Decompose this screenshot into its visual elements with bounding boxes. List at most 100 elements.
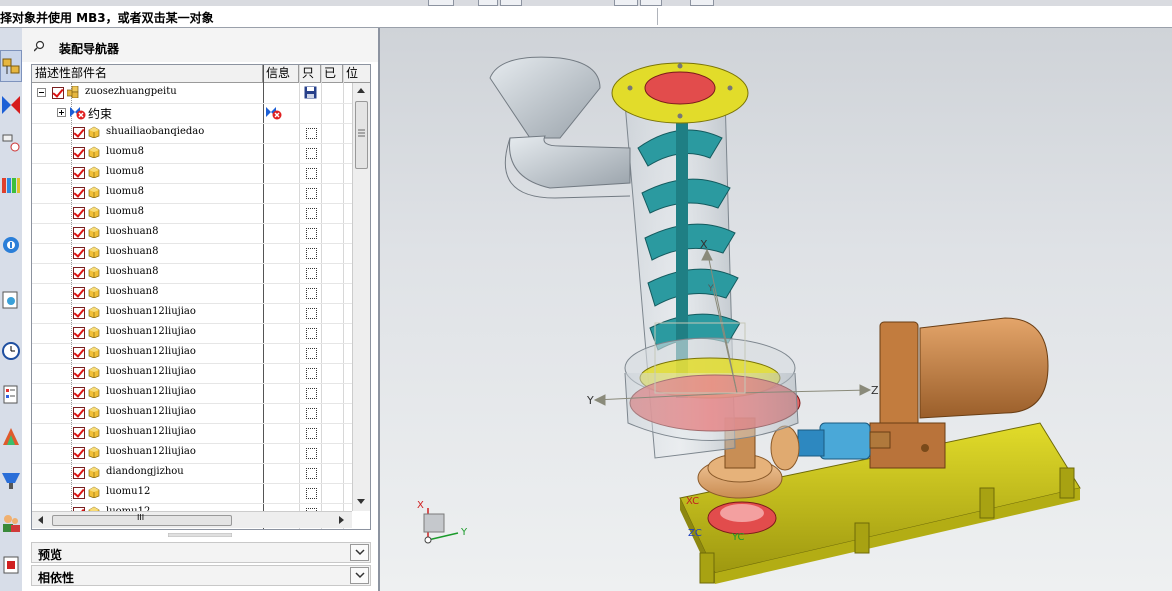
component-icon [88, 366, 100, 378]
visualization-tab[interactable] [0, 420, 22, 452]
tree-row-root[interactable]: zuosezhuangpeitu [32, 83, 352, 104]
constraint-navigator-tab[interactable] [0, 88, 22, 120]
component-icon [88, 246, 100, 258]
tree-row-part[interactable]: diandongjizhou [32, 463, 352, 484]
clock-tab[interactable] [0, 334, 22, 366]
tree-row-part[interactable]: luoshuan12liujiao [32, 303, 352, 324]
roles-icon [3, 515, 20, 532]
constraints-label: 约束 [88, 107, 113, 121]
grip-label: III [137, 513, 145, 522]
roles-tab[interactable] [0, 506, 22, 538]
assembly-model[interactable] [380, 28, 1172, 591]
root-checkbox[interactable] [52, 87, 64, 99]
scroll-up-icon[interactable] [357, 87, 365, 93]
part-checkbox[interactable] [73, 367, 85, 379]
part-name: luomu12 [106, 486, 151, 497]
part-checkbox[interactable] [73, 327, 85, 339]
tree-row-constraints[interactable]: 约束 [32, 103, 352, 124]
part-checkbox[interactable] [73, 387, 85, 399]
tree-row-part[interactable]: luoshuan8 [32, 243, 352, 264]
part-checkbox[interactable] [73, 307, 85, 319]
vertical-scroll-thumb[interactable] [355, 101, 368, 169]
part-checkbox[interactable] [73, 187, 85, 199]
preview-expand-button[interactable] [350, 544, 369, 561]
horizontal-scrollbar[interactable]: III [32, 511, 352, 528]
part-checkbox[interactable] [73, 267, 85, 279]
scroll-left-icon[interactable] [37, 516, 43, 524]
tree-row-part[interactable]: luomu8 [32, 183, 352, 204]
pin-icon[interactable] [34, 40, 46, 52]
part-name: luomu8 [106, 186, 144, 197]
axis-label-x: X [700, 238, 708, 251]
part-checkbox[interactable] [73, 147, 85, 159]
graphics-viewport[interactable]: X Y Z Y XC ZC YC X Y [380, 28, 1172, 591]
axis-label-y-secondary: Y [708, 284, 714, 294]
collapse-icon[interactable] [37, 88, 46, 97]
column-modified[interactable]: 已 [321, 65, 343, 82]
scroll-down-icon[interactable] [357, 499, 365, 505]
part-navigator-tab[interactable] [0, 126, 22, 158]
part-checkbox[interactable] [73, 467, 85, 479]
column-info[interactable]: 信息 [263, 65, 299, 82]
component-icon [88, 486, 100, 498]
scroll-right-icon[interactable] [339, 516, 345, 524]
constraints-icon [70, 107, 86, 120]
grip-icon [358, 129, 365, 137]
tree-row-part[interactable]: luoshuan12liujiao [32, 423, 352, 444]
part-checkbox[interactable] [73, 127, 85, 139]
component-icon [88, 166, 100, 178]
part-checkbox[interactable] [73, 427, 85, 439]
tree-row-part[interactable]: luoshuan12liujiao [32, 383, 352, 404]
history-tab[interactable] [0, 283, 22, 315]
splitter-handle[interactable] [168, 533, 232, 537]
part-name: diandongjizhou [106, 466, 184, 477]
part-name: luoshuan12liujiao [106, 386, 196, 397]
upper-housing[interactable] [611, 62, 749, 124]
component-icon [88, 406, 100, 418]
web-browser-tab[interactable] [0, 228, 22, 260]
tree-row-part[interactable]: luoshuan12liujiao [32, 323, 352, 344]
part-checkbox[interactable] [73, 167, 85, 179]
horizontal-scroll-thumb[interactable]: III [52, 513, 232, 526]
part-checkbox[interactable] [73, 447, 85, 459]
tree-row-part[interactable]: luoshuan12liujiao [32, 403, 352, 424]
palette-tab[interactable] [0, 548, 22, 580]
tree-row-part[interactable]: luoshuan12liujiao [32, 443, 352, 464]
part-checkbox[interactable] [73, 207, 85, 219]
reuse-library-tab[interactable] [0, 168, 22, 200]
tree-row-part[interactable]: luomu8 [32, 163, 352, 184]
part-checkbox[interactable] [73, 287, 85, 299]
mixing-chamber[interactable] [624, 337, 801, 441]
tree-row-part[interactable]: luoshuan8 [32, 223, 352, 244]
dependencies-label: 相依性 [38, 571, 75, 585]
column-name[interactable]: 描述性部件名 [32, 65, 263, 82]
feed-hopper[interactable] [489, 56, 631, 199]
part-checkbox[interactable] [73, 247, 85, 259]
tree-row-part[interactable]: luoshuan12liujiao [32, 343, 352, 364]
tree-row-part[interactable]: luomu12 [32, 483, 352, 504]
readonly-flag [306, 368, 317, 379]
vertical-scrollbar[interactable] [352, 83, 370, 511]
tree-row-part[interactable]: luoshuan8 [32, 283, 352, 304]
column-readonly[interactable]: 只 [299, 65, 321, 82]
part-checkbox[interactable] [73, 227, 85, 239]
expand-icon[interactable] [57, 108, 66, 117]
system-scenes-tab[interactable] [0, 463, 22, 495]
tree-row-part[interactable]: shuailiaobanqiedao [32, 123, 352, 144]
dependencies-section[interactable]: 相依性 [31, 565, 371, 586]
status-bar: 选择对象并使用 MB3，或者双击某一对象 [0, 6, 1172, 28]
triad-label-y: Y [461, 527, 468, 538]
preview-section[interactable]: 预览 [31, 542, 371, 563]
tree-row-part[interactable]: luomu8 [32, 203, 352, 224]
dependencies-expand-button[interactable] [350, 567, 369, 584]
column-position[interactable]: 位 [343, 65, 370, 82]
tree-row-part[interactable]: luoshuan12liujiao [32, 363, 352, 384]
part-checkbox[interactable] [73, 347, 85, 359]
tree-row-part[interactable]: luoshuan8 [32, 263, 352, 284]
part-checkbox[interactable] [73, 407, 85, 419]
readonly-flag [306, 188, 317, 199]
tree-row-part[interactable]: luomu8 [32, 143, 352, 164]
part-checkbox[interactable] [73, 487, 85, 499]
assembly-navigator-tab[interactable] [0, 50, 22, 82]
process-studio-tab[interactable] [0, 378, 22, 410]
